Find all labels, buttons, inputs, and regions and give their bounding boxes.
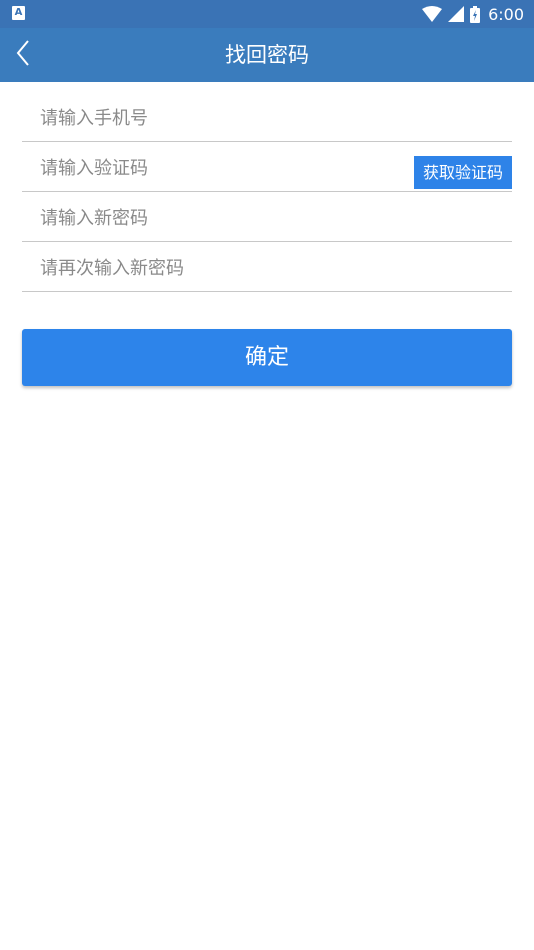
- page-title: 找回密码: [225, 43, 309, 67]
- new-password-field-row: [22, 192, 512, 242]
- phone-field-row: [22, 92, 512, 142]
- status-time: 6:00: [488, 4, 524, 24]
- get-code-button[interactable]: 获取验证码: [414, 156, 512, 189]
- confirm-password-input[interactable]: [22, 242, 512, 291]
- confirm-password-field-row: [22, 242, 512, 292]
- app-bar: 找回密码: [0, 28, 534, 82]
- reset-password-form: 获取验证码: [22, 92, 512, 292]
- notification-app-icon: A: [12, 6, 25, 20]
- phone-input[interactable]: [22, 92, 512, 141]
- status-bar: A 6:00: [0, 0, 534, 28]
- battery-icon: [470, 5, 481, 23]
- new-password-input[interactable]: [22, 192, 512, 241]
- verification-code-input[interactable]: [22, 142, 414, 191]
- signal-icon: [448, 6, 465, 22]
- code-field-row: 获取验证码: [22, 142, 512, 192]
- status-icons: 6:00: [422, 0, 524, 28]
- confirm-button[interactable]: 确定: [22, 329, 512, 386]
- wifi-icon: [422, 6, 443, 22]
